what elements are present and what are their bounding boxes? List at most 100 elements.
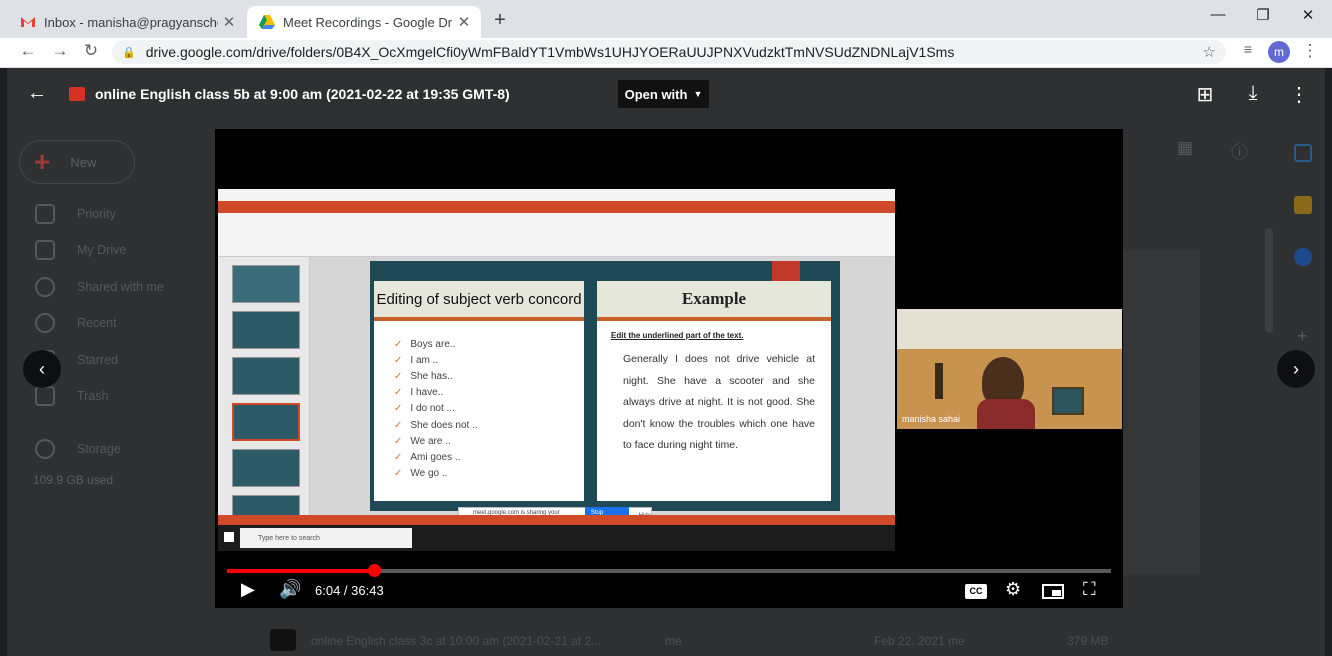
chrome-menu-icon[interactable]: ⋮	[1298, 41, 1322, 61]
shared-screen-slide: Editing of subject verb concord ✓ Boys ar…	[218, 189, 895, 551]
slide-canvas: Editing of subject verb concord ✓ Boys ar…	[310, 257, 895, 515]
close-tab-icon[interactable]: ✕	[218, 13, 240, 31]
grid-view-icon[interactable]: ▦	[1177, 138, 1193, 158]
scrollbar[interactable]	[1265, 228, 1273, 333]
seek-bar-played	[227, 569, 375, 573]
slide-background: Editing of subject verb concord ✓ Boys ar…	[370, 261, 840, 511]
bullet: ✓ We go ..	[394, 468, 448, 479]
person-shoulders	[977, 399, 1035, 429]
bullet: ✓ Ami goes ..	[394, 452, 461, 463]
open-with-button[interactable]: Open with ▼	[618, 80, 709, 108]
video-file-icon	[270, 629, 296, 651]
add-shortcut-icon[interactable]: ⊞	[1193, 82, 1217, 107]
tab-title: Inbox - manisha@pragyanschool	[44, 14, 218, 30]
bullet: ✓ Boys are..	[394, 339, 456, 350]
drive-folder-icon	[35, 240, 55, 260]
left-heading-text: Editing of subject verb concord	[376, 290, 582, 308]
slide-thumbnails	[218, 257, 310, 533]
sidebar-item-trash[interactable]: Trash	[35, 386, 109, 406]
forward-arrow-icon[interactable]: →	[48, 41, 72, 61]
captions-icon[interactable]: CC	[965, 584, 987, 599]
new-label: New	[70, 154, 97, 170]
add-addon-icon[interactable]: +	[1297, 326, 1308, 347]
keep-icon[interactable]	[1294, 196, 1312, 214]
volume-icon[interactable]: 🔊	[279, 579, 301, 600]
cloud-icon	[35, 439, 55, 459]
seek-bar[interactable]	[227, 564, 1111, 577]
tab-gmail[interactable]: Inbox - manisha@pragyanschool ✕	[8, 6, 246, 38]
new-button[interactable]: + New	[19, 140, 135, 184]
url-text: drive.google.com/drive/folders/0B4X_OcXm…	[145, 44, 955, 60]
people-icon	[35, 277, 55, 297]
close-tab-icon[interactable]: ✕	[453, 13, 475, 31]
windows-taskbar: Type here to search	[218, 525, 895, 551]
url-field[interactable]: 🔒 drive.google.com/drive/folders/0B4X_Oc…	[112, 40, 1226, 64]
sidebar-label: Storage	[77, 442, 121, 456]
wall-hanging	[935, 363, 943, 399]
bullet: ✓ I have..	[394, 387, 444, 398]
fullscreen-icon[interactable]: ⛶	[1083, 579, 1096, 600]
calendar-icon[interactable]	[1294, 144, 1312, 162]
windows-start-icon	[224, 532, 234, 542]
reload-icon[interactable]: ↻	[79, 41, 103, 61]
sidebar-item-recent[interactable]: Recent	[35, 313, 117, 333]
trash-icon	[35, 386, 55, 406]
left-card-heading: Editing of subject verb concord	[374, 281, 584, 321]
checkbox-icon	[35, 204, 55, 224]
storage-used: 109.9 GB used	[33, 473, 114, 487]
sidebar-item-shared[interactable]: Shared with me	[35, 277, 164, 297]
restore-icon[interactable]: ❐	[1248, 6, 1278, 24]
video-file-icon	[69, 87, 85, 101]
wall-frame	[1052, 387, 1084, 415]
minimize-icon[interactable]: —	[1203, 6, 1233, 23]
address-bar-row: ← → ↻ 🔒 drive.google.com/drive/folders/0…	[0, 38, 1332, 68]
back-arrow-icon[interactable]: ←	[16, 41, 40, 61]
plus-icon: +	[34, 146, 51, 177]
sidebar-item-priority[interactable]: Priority	[35, 204, 116, 224]
close-preview-arrow-icon[interactable]: ←	[27, 82, 47, 105]
example-instruction: Edit the underlined part of the text.	[611, 331, 744, 340]
reading-list-icon[interactable]: ≡	[1236, 41, 1260, 57]
file-row-size: 379 MB	[1067, 634, 1109, 648]
webcam-tile: manisha sahai	[897, 309, 1122, 429]
taskbar-search: Type here to search	[240, 528, 412, 548]
ceiling	[897, 309, 1122, 349]
right-heading-text: Example	[681, 289, 747, 308]
sidebar-label: Starred	[77, 353, 118, 367]
bullet: ✓ I do not ...	[394, 403, 455, 414]
download-icon[interactable]: ⤓	[1241, 82, 1265, 105]
caret-down-icon: ▼	[693, 89, 703, 99]
settings-gear-icon[interactable]: ⚙	[1005, 579, 1021, 600]
video-player[interactable]: Editing of subject verb concord ✓ Boys ar…	[215, 129, 1123, 608]
right-card: Example Edit the underlined part of the …	[597, 281, 831, 501]
sidebar-label: Shared with me	[77, 280, 164, 294]
next-file-chevron-icon[interactable]: ›	[1277, 350, 1315, 388]
drive-icon	[259, 15, 275, 29]
sidebar-label: Recent	[77, 316, 117, 330]
play-icon[interactable]: ▶	[241, 579, 255, 600]
sidebar-label: Trash	[77, 389, 109, 403]
file-row-name[interactable]: online English class 3c at 10:00 am (202…	[311, 634, 601, 648]
powerpoint-ribbon	[218, 189, 895, 257]
file-row-owner: me	[665, 634, 682, 648]
more-options-icon[interactable]: ⋮	[1287, 82, 1311, 107]
profile-avatar[interactable]: m	[1268, 41, 1290, 63]
new-tab-button[interactable]: +	[488, 9, 512, 32]
tasks-icon[interactable]	[1294, 248, 1312, 266]
clock-icon	[35, 313, 55, 333]
close-window-icon[interactable]: ✕	[1293, 6, 1323, 24]
bullet: ✓ She does not ..	[394, 420, 478, 431]
right-card-heading: Example	[597, 281, 831, 321]
info-icon[interactable]: ⓘ	[1231, 138, 1248, 163]
slide-accent	[772, 261, 800, 281]
sidebar-item-my-drive[interactable]: My Drive	[35, 240, 126, 260]
gmail-icon	[21, 17, 35, 27]
previous-file-chevron-icon[interactable]: ‹	[23, 350, 61, 388]
seek-handle[interactable]	[368, 564, 382, 577]
bookmark-star-icon[interactable]: ☆	[1203, 43, 1216, 61]
open-with-label: Open with	[624, 86, 688, 102]
participant-name: manisha sahai	[902, 414, 961, 424]
tab-drive[interactable]: Meet Recordings - Google Drive ✕	[247, 6, 481, 38]
miniplayer-icon[interactable]	[1042, 584, 1064, 599]
sidebar-item-storage[interactable]: Storage	[35, 439, 121, 459]
